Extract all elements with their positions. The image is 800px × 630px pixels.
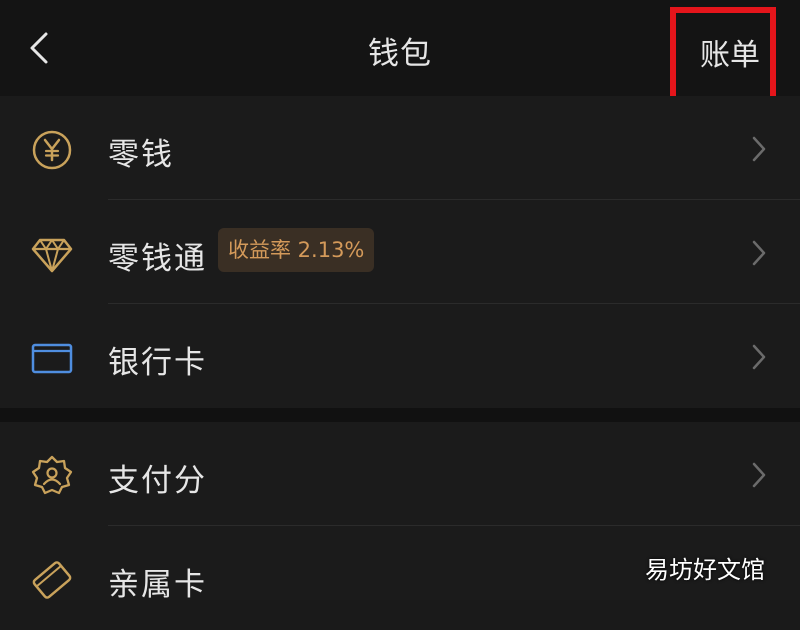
list-item-label: 银行卡 [108, 345, 207, 381]
yuan-coin-icon [32, 130, 72, 170]
list-item-label: 亲属卡 [108, 567, 207, 603]
section-separator [0, 408, 800, 422]
list-item-bank-card[interactable]: 银行卡 [0, 304, 800, 408]
watermark-text: 易坊好文馆 [645, 556, 765, 584]
top-bar: 钱包 账单 [0, 0, 800, 105]
list-item-pay-score[interactable]: 支付分 [0, 422, 800, 526]
family-card-icon [32, 561, 72, 599]
chevron-right-icon [752, 344, 766, 370]
list-item-label: 零钱通 [108, 241, 207, 277]
diamond-icon [31, 238, 73, 273]
list-item-label: 支付分 [108, 463, 207, 499]
wallet-group-primary: 零钱 零钱通 收益率 2.13% 银行卡 [0, 96, 800, 408]
list-item-lingqiantong[interactable]: 零钱通 收益率 2.13% [0, 200, 800, 304]
yield-rate-badge: 收益率 2.13% [218, 228, 375, 272]
highlight-annotation-box [670, 7, 776, 105]
chevron-right-icon [752, 136, 766, 162]
bank-card-icon [31, 343, 73, 374]
chevron-right-icon [752, 240, 766, 266]
list-item-label: 零钱 [108, 137, 174, 173]
pay-score-badge-icon [31, 455, 73, 495]
list-item-change[interactable]: 零钱 [0, 96, 800, 200]
chevron-right-icon [752, 462, 766, 488]
